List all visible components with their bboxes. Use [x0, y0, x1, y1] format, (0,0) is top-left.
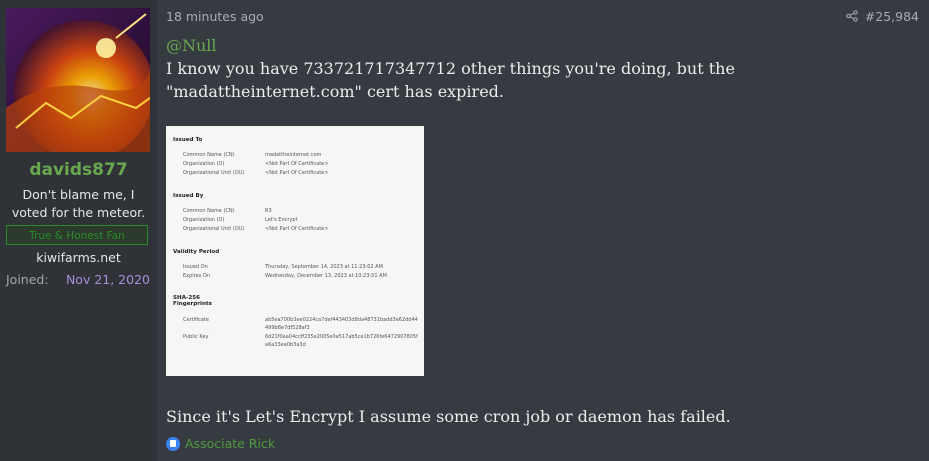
- user-banner: True & Honest Fan: [6, 225, 148, 245]
- joined-date: Nov 21, 2020: [65, 272, 150, 287]
- reactions-bar[interactable]: Associate Rick: [166, 436, 275, 451]
- cert-value: <Not Part Of Certificate>: [265, 170, 329, 176]
- cert-value: <Not Part Of Certificate>: [265, 161, 329, 167]
- cert-key: Common Name (CN): [183, 208, 235, 214]
- user-mention[interactable]: @Null: [166, 34, 918, 57]
- forum-post: davids877 Don't blame me, I voted for th…: [0, 0, 929, 461]
- cert-key: Organization (O): [183, 217, 225, 223]
- joined-label: Joined:: [6, 272, 49, 287]
- cert-value: R3: [265, 208, 272, 214]
- post-number[interactable]: #25,984: [865, 9, 919, 24]
- cert-value: a6a33ea0b3a3d: [265, 342, 306, 348]
- cert-key: Organization (O): [183, 161, 225, 167]
- cert-key: Organizational Unit (OU): [183, 226, 245, 232]
- like-icon: [166, 436, 180, 451]
- share-icon[interactable]: [846, 10, 858, 22]
- cert-heading: Issued To: [173, 137, 203, 143]
- post-time[interactable]: 18 minutes ago: [166, 9, 264, 24]
- reaction-users[interactable]: Associate Rick: [185, 436, 275, 451]
- cert-value: 6d21f0aa04ccff235e2005e0e517ab5ce1b726fe…: [265, 334, 418, 340]
- cert-key: Organizational Unit (OU): [183, 170, 245, 176]
- cert-key: Certificate: [183, 317, 209, 323]
- cert-value: Wednesday, December 13, 2023 at 10:23:01…: [265, 273, 387, 279]
- cert-value: ab5ea700b3ee0224ca7def443403d8da48731bad…: [265, 317, 418, 323]
- cert-value: Let's Encrypt: [265, 217, 298, 223]
- avatar[interactable]: [6, 8, 150, 152]
- cert-value: Thursday, September 14, 2023 at 11:23:02…: [265, 264, 383, 270]
- post-main: 18 minutes ago #25,984 @Null I know you …: [157, 0, 929, 461]
- post-body: @Null I know you have 733721717347712 ot…: [166, 34, 918, 103]
- post-text-after: Since it's Let's Encrypt I assume some c…: [166, 407, 731, 426]
- cert-heading: Issued By: [173, 193, 204, 199]
- cert-heading: Fingerprints: [173, 301, 212, 307]
- user-sidebar: davids877 Don't blame me, I voted for th…: [0, 0, 157, 461]
- username[interactable]: davids877: [0, 160, 157, 180]
- certificate-screenshot[interactable]: Issued To Common Name (CN) madattheinter…: [166, 126, 424, 376]
- cert-heading: Validity Period: [173, 249, 220, 255]
- cert-value: madattheinternet.com: [265, 152, 322, 158]
- user-site: kiwifarms.net: [36, 250, 121, 265]
- post-text: I know you have 733721717347712 other th…: [166, 59, 735, 101]
- cert-key: Common Name (CN): [183, 152, 235, 158]
- cert-key: Expires On: [183, 273, 211, 279]
- user-title: Don't blame me, I voted for the meteor.: [11, 187, 146, 220]
- cert-value: <Not Part Of Certificate>: [265, 226, 329, 232]
- cert-key: Public Key: [183, 334, 209, 340]
- cert-value: 499b8e7df528af3: [265, 325, 310, 331]
- cert-key: Issued On: [183, 264, 208, 270]
